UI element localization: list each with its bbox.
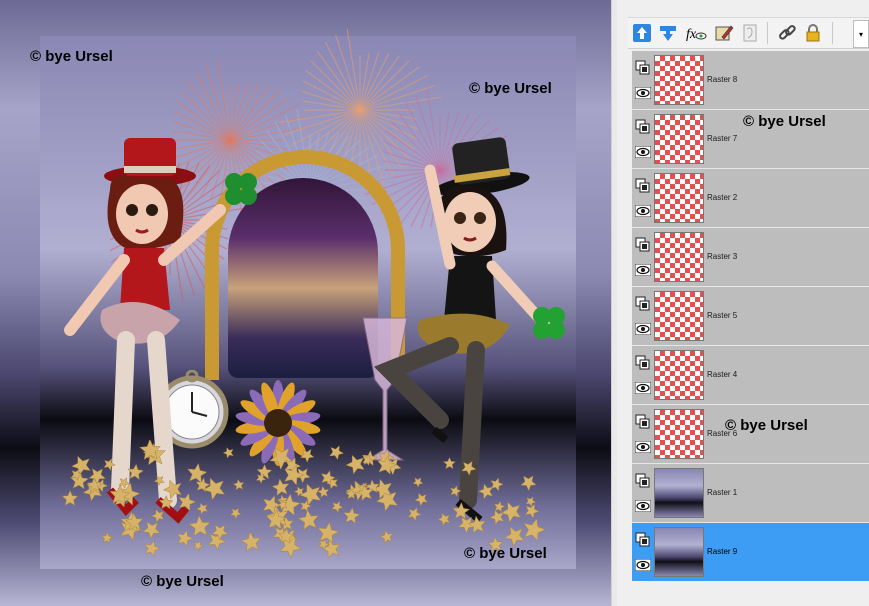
visibility-eye-icon[interactable]: [635, 323, 651, 335]
layer-row[interactable]: Raster 3: [632, 228, 869, 287]
layer-row[interactable]: Raster 9: [632, 523, 869, 582]
watermark-text: © bye Ursel: [464, 545, 547, 562]
visibility-eye-icon[interactable]: [635, 87, 651, 99]
layer-row[interactable]: Raster 8: [632, 51, 869, 110]
move-layer-down-button[interactable]: [657, 22, 679, 44]
confetti-stars-graphic: [61, 440, 546, 559]
layer-thumbnail: [654, 232, 704, 282]
visibility-eye-icon[interactable]: [635, 559, 651, 571]
watermark-text: © bye Ursel: [141, 573, 224, 590]
move-layer-up-icon: [633, 24, 651, 42]
layer-group-icon[interactable]: [635, 532, 651, 548]
layer-group-icon[interactable]: [635, 355, 651, 371]
layer-row[interactable]: Raster 2: [632, 169, 869, 228]
mask-button[interactable]: [739, 22, 761, 44]
layer-name: Raster 3: [707, 252, 738, 261]
watermark-text: © bye Ursel: [743, 113, 826, 130]
clover-icon: [533, 307, 565, 339]
layer-row[interactable]: Raster 1: [632, 464, 869, 523]
link-icon: [779, 25, 796, 40]
edit-selection-button[interactable]: [713, 22, 735, 44]
visibility-eye-icon[interactable]: [635, 205, 651, 217]
visibility-eye-icon[interactable]: [635, 500, 651, 512]
move-layer-down-icon: [660, 26, 676, 41]
layer-group-icon[interactable]: [635, 414, 651, 430]
lock-icon: [806, 24, 820, 42]
layer-name: Raster 5: [707, 311, 738, 320]
layer-row[interactable]: Raster 6: [632, 405, 869, 464]
mask-icon: [743, 24, 757, 42]
move-layer-up-button[interactable]: [631, 22, 653, 44]
layer-group-icon[interactable]: [635, 296, 651, 312]
toolbar-separator: [832, 22, 833, 44]
layer-thumbnail: [654, 468, 704, 518]
layer-row[interactable]: Raster 5: [632, 287, 869, 346]
lock-layer-button[interactable]: [802, 22, 824, 44]
layer-effects-icon: fx: [686, 27, 707, 42]
svg-text:fx: fx: [686, 27, 697, 42]
layer-group-icon[interactable]: [635, 237, 651, 253]
watermark-text: © bye Ursel: [30, 48, 113, 65]
layer-name: Raster 4: [707, 370, 738, 379]
edit-selection-icon: [715, 25, 734, 41]
layers-toolbar: fx ▾: [628, 17, 869, 49]
layer-group-icon[interactable]: [635, 60, 651, 76]
image-canvas[interactable]: © bye Ursel © bye Ursel © bye Ursel © by…: [0, 0, 617, 606]
layer-thumbnail: [654, 350, 704, 400]
watermark-text: © bye Ursel: [469, 80, 552, 97]
visibility-eye-icon[interactable]: [635, 382, 651, 394]
clover-icon: [225, 173, 257, 205]
layer-name: Raster 1: [707, 488, 738, 497]
layer-thumbnail: [654, 527, 704, 577]
layer-thumbnail: [654, 173, 704, 223]
palette-footer: [632, 581, 869, 606]
visibility-eye-icon[interactable]: [635, 441, 651, 453]
layer-thumbnail: [654, 291, 704, 341]
layer-group-icon[interactable]: [635, 178, 651, 194]
layer-list: Raster 8 Raster 7 Raster 2 Raster 3 Raster 5…: [632, 51, 869, 582]
chevron-down-icon: ▾: [858, 29, 863, 39]
visibility-eye-icon[interactable]: [635, 146, 651, 158]
layer-name: Raster 7: [707, 134, 738, 143]
layer-name: Raster 9: [707, 547, 738, 556]
layer-thumbnail: [654, 114, 704, 164]
layer-thumbnail: [654, 409, 704, 459]
layer-row[interactable]: Raster 4: [632, 346, 869, 405]
layer-name: Raster 8: [707, 75, 738, 84]
link-layers-button[interactable]: [776, 22, 798, 44]
visibility-eye-icon[interactable]: [635, 264, 651, 276]
layer-group-icon[interactable]: [635, 119, 651, 135]
layer-group-icon[interactable]: [635, 473, 651, 489]
palette-menu-button[interactable]: ▾: [853, 20, 869, 48]
layer-name: Raster 2: [707, 193, 738, 202]
layer-effects-button[interactable]: fx: [685, 22, 707, 44]
watermark-text: © bye Ursel: [725, 417, 808, 434]
layers-palette: fx ▾ Raster 8 Raster 7 Raster 2 Raster 3 Ras…: [617, 0, 869, 606]
toolbar-separator: [767, 22, 768, 44]
layer-thumbnail: [654, 55, 704, 105]
